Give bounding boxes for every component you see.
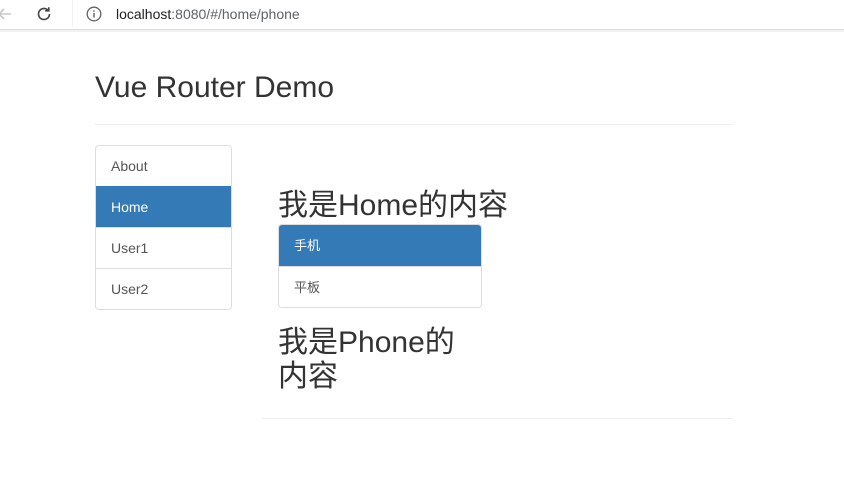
browser-toolbar: localhost:8080/#/home/phone [0,0,844,32]
sidebar-item-about[interactable]: About [96,146,231,186]
url-text[interactable]: localhost:8080/#/home/phone [116,6,300,22]
subnav-item-phone[interactable]: 手机 [279,225,481,266]
info-icon[interactable] [86,6,102,22]
phone-heading: 我是Phone的内容 [278,326,455,393]
sidebar-item-home[interactable]: Home [96,186,231,227]
content-divider [262,418,732,419]
address-bar[interactable]: localhost:8080/#/home/phone [72,0,844,27]
sidebar-nav: About Home User1 User2 [95,145,232,310]
title-divider [95,124,732,125]
home-subnav: 手机 平板 [278,224,482,308]
url-host: localhost [116,5,172,22]
sidebar-item-user2[interactable]: User2 [96,268,231,309]
sidebar-item-user1[interactable]: User1 [96,227,231,268]
subnav-item-tablet[interactable]: 平板 [279,266,481,307]
reload-button[interactable] [31,2,57,26]
page-title: Vue Router Demo [95,71,335,104]
reload-icon [37,7,51,21]
home-heading: 我是Home的内容 [278,189,509,222]
back-button[interactable] [0,2,18,26]
back-arrow-icon [0,8,11,20]
url-path: :8080/#/home/phone [171,5,300,22]
